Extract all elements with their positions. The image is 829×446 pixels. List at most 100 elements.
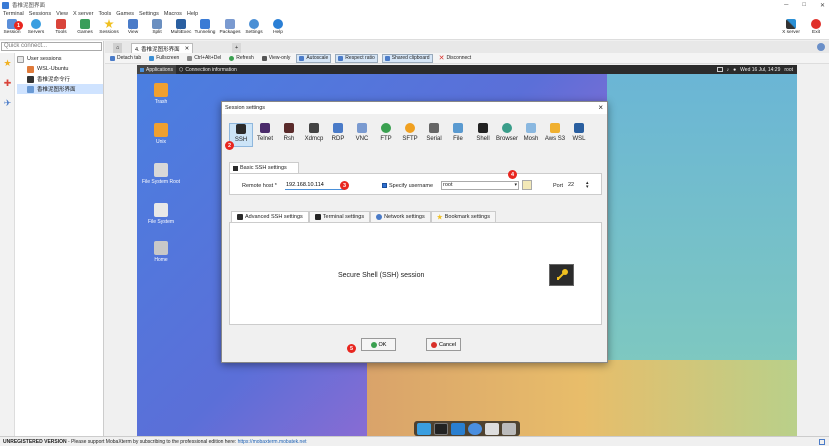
minimize-icon[interactable]: ─ xyxy=(784,2,788,8)
dialog-close-icon[interactable]: × xyxy=(598,102,603,114)
new-tab-button[interactable]: + xyxy=(232,43,242,53)
wsl-icon xyxy=(574,123,584,133)
protocol-rsh[interactable]: Rsh xyxy=(277,123,301,147)
sidetab-macros[interactable]: ✈ xyxy=(0,93,15,113)
protocol-sftp[interactable]: SFTP xyxy=(398,123,422,147)
key-icon xyxy=(556,269,568,280)
respect-ratio-button[interactable]: Respect ratio xyxy=(335,53,378,63)
protocol-aws-s3[interactable]: Aws S3 xyxy=(543,123,567,147)
help-button[interactable]: Help xyxy=(266,19,290,39)
fullscreen-button[interactable]: Fullscreen xyxy=(147,54,181,63)
exit-button[interactable]: Exit xyxy=(804,19,828,39)
tools-button[interactable]: Tools xyxy=(49,19,73,39)
notification-icon[interactable]: ● xyxy=(733,67,736,73)
view-only-button[interactable]: View-only xyxy=(260,54,293,63)
multiexec-button[interactable]: MultiExec xyxy=(169,19,193,39)
protocol-ftp[interactable]: FTP xyxy=(374,123,398,147)
remote-host-input[interactable] xyxy=(285,181,345,190)
menu-tools[interactable]: Tools xyxy=(98,11,111,17)
autoscale-button[interactable]: Autoscale xyxy=(296,53,332,63)
maximize-icon[interactable]: □ xyxy=(802,2,806,8)
split-button[interactable]: Split xyxy=(145,19,169,39)
show-desktop-icon[interactable] xyxy=(417,422,431,435)
tab-close-icon[interactable]: ✕ xyxy=(185,46,190,52)
sidetab-sessions[interactable]: ★ xyxy=(0,53,15,73)
ok-button[interactable]: OK xyxy=(361,338,396,351)
file-manager-icon[interactable] xyxy=(451,422,465,435)
menu-view[interactable]: View xyxy=(56,11,68,17)
desktop-icon-trash[interactable]: Trash xyxy=(141,83,181,105)
terminal-icon[interactable] xyxy=(434,422,448,435)
remote-user[interactable]: root xyxy=(784,67,793,73)
session-toolbar: Detach tab Fullscreen Ctrl+Alt+Del Refre… xyxy=(105,53,829,64)
wallpaper-region xyxy=(607,65,797,365)
menu-terminal[interactable]: Terminal xyxy=(3,11,24,17)
close-icon[interactable]: ✕ xyxy=(820,2,825,9)
settings-button[interactable]: Settings xyxy=(242,19,266,39)
tab-terminal-settings[interactable]: Terminal settings xyxy=(308,211,371,222)
subscribe-link[interactable]: https://mobaxterm.mobatek.net xyxy=(238,439,307,445)
connection-info-item[interactable]: ⬡ Connection information xyxy=(176,65,240,74)
tree-ssh-session[interactable]: 香椎泥命令行 xyxy=(17,74,103,84)
ctrl-alt-del-button[interactable]: Ctrl+Alt+Del xyxy=(185,54,223,63)
search-icon[interactable] xyxy=(485,422,499,435)
menu-settings[interactable]: Settings xyxy=(139,11,159,17)
desktop-icon-fs-root[interactable]: File System Root xyxy=(141,163,181,185)
status-right-icon[interactable] xyxy=(819,439,825,445)
menu-games[interactable]: Games xyxy=(116,11,134,17)
menu-macros[interactable]: Macros xyxy=(164,11,182,17)
tunneling-button[interactable]: Tunneling xyxy=(193,19,217,39)
menu-help[interactable]: Help xyxy=(187,11,198,17)
desktop-icon-unix[interactable]: Unix xyxy=(141,123,181,145)
protocol-xdmcp[interactable]: Xdmcp xyxy=(302,123,326,147)
keyboard-icon xyxy=(187,55,193,61)
sidetab-tools[interactable]: ✚ xyxy=(0,73,15,93)
disconnect-button[interactable]: ✕ Disconnect xyxy=(437,54,474,63)
tree-wsl-ubuntu[interactable]: WSL-Ubuntu xyxy=(17,64,103,74)
tab-home[interactable]: ⌂ xyxy=(113,43,123,53)
sessions-button[interactable]: Sessions xyxy=(97,19,121,39)
menu-sessions[interactable]: Sessions xyxy=(29,11,51,17)
protocol-vnc[interactable]: VNC xyxy=(350,123,374,147)
protocol-serial[interactable]: Serial xyxy=(422,123,446,147)
tree-vnc-session[interactable]: 香椎泥图形界面 xyxy=(17,84,103,94)
xserver-button[interactable]: X server xyxy=(779,19,803,39)
view-button[interactable]: View xyxy=(121,19,145,39)
tab-advanced-ssh-settings[interactable]: Advanced SSH settings xyxy=(231,211,309,222)
quick-connect-input[interactable]: Quick connect... xyxy=(1,42,102,51)
check-icon xyxy=(370,341,377,348)
folder-icon[interactable] xyxy=(502,422,516,435)
games-button[interactable]: Games xyxy=(73,19,97,39)
user-manager-button[interactable] xyxy=(522,180,532,190)
workspace-icon[interactable] xyxy=(716,67,723,72)
tab-network-settings[interactable]: Network settings xyxy=(370,211,431,222)
protocol-file[interactable]: File xyxy=(446,123,470,147)
tree-user-sessions[interactable]: User sessions xyxy=(17,54,103,64)
refresh-button[interactable]: Refresh xyxy=(227,54,256,63)
tab-vnc-session[interactable]: 4. 香椎泥图形界面 ✕ xyxy=(131,43,194,53)
protocol-rdp[interactable]: RDP xyxy=(326,123,350,147)
detach-tab-button[interactable]: Detach tab xyxy=(108,54,143,63)
desktop-icon-home[interactable]: Home xyxy=(141,241,181,263)
protocol-mosh[interactable]: Mosh xyxy=(519,123,543,147)
protocol-telnet[interactable]: Telnet xyxy=(253,123,277,147)
cancel-button[interactable]: Cancel xyxy=(426,338,461,351)
protocol-shell[interactable]: Shell xyxy=(471,123,495,147)
desktop-icon-filesystem[interactable]: File System xyxy=(141,203,181,225)
port-spinner-icon[interactable]: ▴ ▾ xyxy=(586,181,589,190)
tab-basic-ssh-settings[interactable]: Basic SSH settings xyxy=(229,162,299,173)
pin-icon[interactable] xyxy=(817,43,825,51)
menu-xserver[interactable]: X server xyxy=(73,11,93,17)
packages-button[interactable]: Packages xyxy=(218,19,242,39)
username-select[interactable]: root ▾ xyxy=(441,181,519,190)
protocol-browser[interactable]: Browser xyxy=(495,123,519,147)
volume-icon[interactable]: ♪ xyxy=(727,67,730,73)
main-toolbar: Session Servers Tools Games Sessions Vie… xyxy=(0,18,829,40)
protocol-wsl[interactable]: WSL xyxy=(567,123,591,147)
servers-button[interactable]: Servers xyxy=(24,19,48,39)
tab-bookmark-settings[interactable]: Bookmark settings xyxy=(430,211,496,222)
shared-clipboard-button[interactable]: Shared clipboard xyxy=(381,53,433,63)
specify-username-checkbox[interactable] xyxy=(382,183,387,188)
applications-menu[interactable]: Applications xyxy=(137,65,176,74)
browser-icon[interactable] xyxy=(468,422,482,435)
